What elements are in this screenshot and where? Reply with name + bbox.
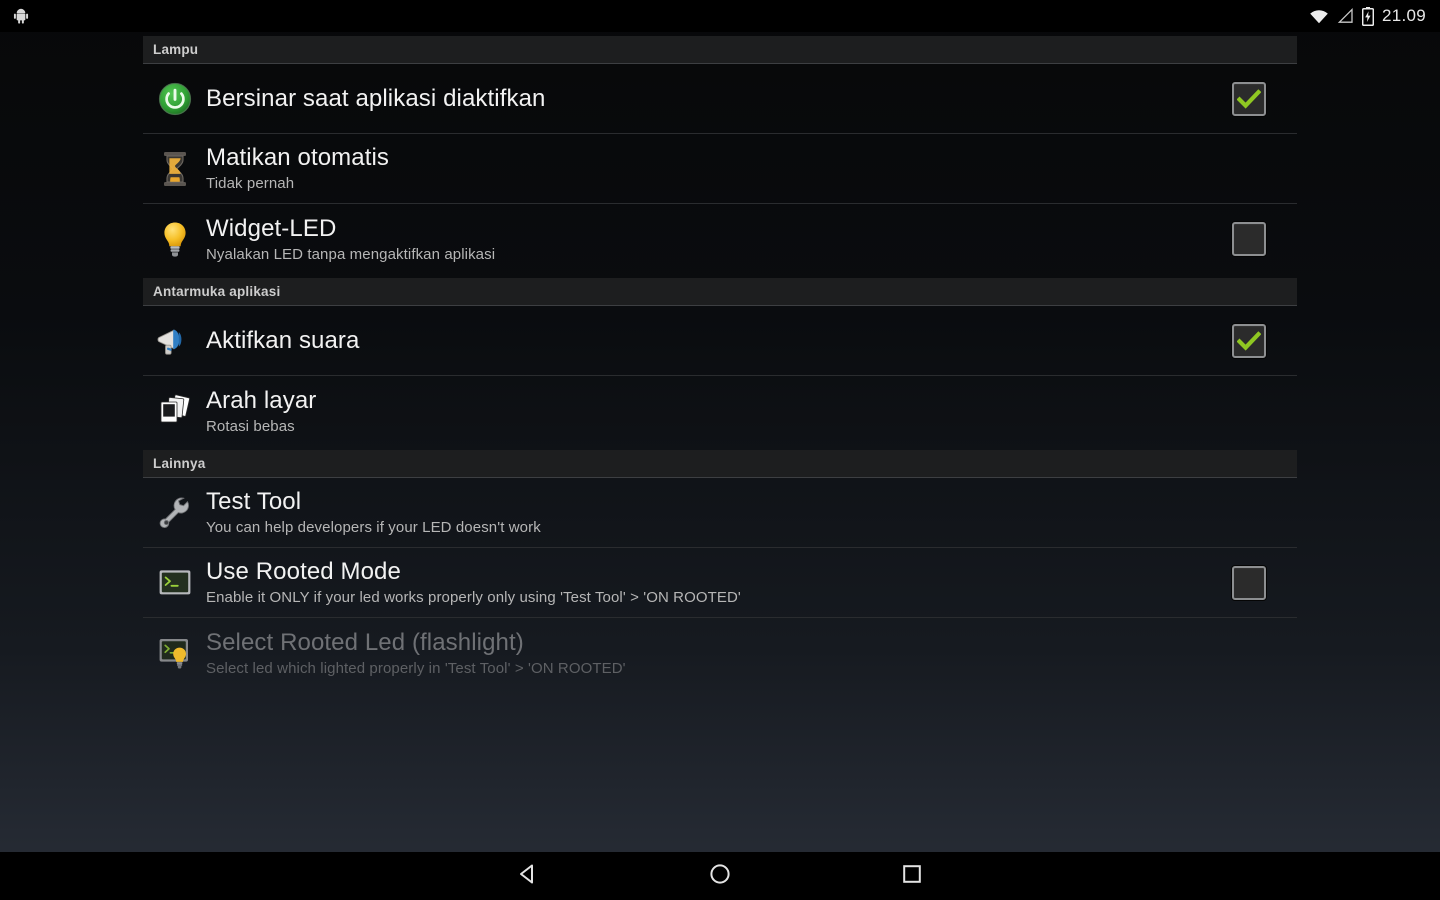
section-header-lainnya: Lainnya bbox=[143, 450, 1297, 478]
android-robot-icon bbox=[12, 7, 30, 25]
row-icon-cell bbox=[143, 568, 206, 598]
checkbox-widget-led[interactable] bbox=[1232, 222, 1266, 256]
row-text-cell: Bersinar saat aplikasi diaktifkan bbox=[206, 84, 1223, 114]
lightbulb-icon bbox=[160, 220, 190, 258]
navigation-bar bbox=[0, 852, 1440, 900]
battery-charging-icon bbox=[1361, 6, 1374, 26]
row-use-rooted-mode[interactable]: Use Rooted Mode Enable it ONLY if your l… bbox=[143, 548, 1297, 618]
photo-stack-icon bbox=[156, 393, 194, 429]
row-text-cell: Arah layar Rotasi bebas bbox=[206, 386, 1275, 437]
wrench-icon bbox=[158, 495, 192, 531]
row-widget-led[interactable]: Widget-LED Nyalakan LED tanpa mengaktifk… bbox=[143, 204, 1297, 274]
section-header-label: Lainnya bbox=[153, 456, 206, 471]
row-matikan-otomatis[interactable]: Matikan otomatis Tidak pernah bbox=[143, 134, 1297, 204]
row-title: Widget-LED bbox=[206, 214, 337, 242]
row-test-tool[interactable]: Test Tool You can help developers if you… bbox=[143, 478, 1297, 548]
status-bar-clock: 21.09 bbox=[1381, 6, 1426, 25]
row-widget-cell bbox=[1223, 81, 1275, 116]
status-bar-left bbox=[0, 7, 30, 25]
row-title: Bersinar saat aplikasi diaktifkan bbox=[206, 84, 546, 112]
row-icon-cell bbox=[143, 326, 206, 356]
section-header-lampu: Lampu bbox=[143, 36, 1297, 64]
row-icon-cell bbox=[143, 150, 206, 188]
power-button-icon bbox=[158, 82, 192, 116]
row-subtitle: You can help developers if your LED does… bbox=[206, 519, 541, 536]
row-icon-cell bbox=[143, 220, 206, 258]
row-subtitle: Rotasi bebas bbox=[206, 417, 295, 435]
row-subtitle: Select led which lighted properly in 'Te… bbox=[206, 659, 626, 677]
section-header-label: Lampu bbox=[153, 42, 199, 57]
status-bar-right: 21.09 bbox=[1309, 6, 1440, 26]
terminal-bulb-icon bbox=[158, 637, 192, 669]
row-text-cell: Use Rooted Mode Enable it ONLY if your l… bbox=[206, 557, 1223, 608]
row-icon-cell bbox=[143, 495, 206, 531]
recents-icon bbox=[899, 861, 925, 892]
checkbox-use-rooted-mode[interactable] bbox=[1232, 565, 1266, 600]
row-icon-cell bbox=[143, 393, 206, 429]
row-title: Arah layar bbox=[206, 386, 317, 414]
row-title: Select Rooted Led (flashlight) bbox=[206, 628, 524, 656]
row-text-cell: Select Rooted Led (flashlight) Select le… bbox=[206, 628, 1275, 679]
row-icon-cell bbox=[143, 637, 206, 669]
section-header-label: Antarmuka aplikasi bbox=[153, 284, 281, 299]
device-screen: 21.09 Lampu Bersinar saat aplikasi diakt… bbox=[0, 0, 1440, 900]
nav-recents-button[interactable] bbox=[864, 852, 960, 900]
row-text-cell: Test Tool You can help developers if you… bbox=[206, 487, 1275, 538]
wifi-icon bbox=[1309, 8, 1329, 24]
home-icon bbox=[707, 861, 733, 892]
row-widget-cell bbox=[1223, 222, 1275, 256]
back-icon bbox=[515, 861, 541, 892]
settings-list: Lampu Bersinar saat aplikasi diaktifkan … bbox=[143, 32, 1297, 862]
hourglass-icon bbox=[158, 150, 192, 188]
row-subtitle: Nyalakan LED tanpa mengaktifkan aplikasi bbox=[206, 245, 496, 263]
row-icon-cell bbox=[143, 82, 206, 116]
row-title: Aktifkan suara bbox=[206, 326, 360, 354]
row-text-cell: Aktifkan suara bbox=[206, 326, 1223, 356]
terminal-icon bbox=[158, 568, 192, 598]
row-subtitle: Tidak pernah bbox=[206, 175, 295, 192]
row-select-rooted-led[interactable]: Select Rooted Led (flashlight) Select le… bbox=[143, 618, 1297, 688]
row-arah-layar[interactable]: Arah layar Rotasi bebas bbox=[143, 376, 1297, 446]
status-bar: 21.09 bbox=[0, 0, 1440, 32]
row-title: Test Tool bbox=[206, 488, 302, 515]
row-title: Matikan otomatis bbox=[206, 144, 390, 171]
row-text-cell: Widget-LED Nyalakan LED tanpa mengaktifk… bbox=[206, 214, 1223, 265]
row-title: Use Rooted Mode bbox=[206, 558, 401, 585]
checkbox-bersinar-saat-aplikasi-diaktifkan[interactable] bbox=[1232, 81, 1266, 116]
section-header-antarmuka-aplikasi: Antarmuka aplikasi bbox=[143, 278, 1297, 306]
row-text-cell: Matikan otomatis Tidak pernah bbox=[206, 143, 1275, 194]
checkbox-aktifkan-suara[interactable] bbox=[1232, 323, 1266, 358]
row-bersinar-saat-aplikasi-diaktifkan[interactable]: Bersinar saat aplikasi diaktifkan bbox=[143, 64, 1297, 134]
nav-home-button[interactable] bbox=[672, 852, 768, 900]
megaphone-icon bbox=[156, 326, 194, 356]
row-aktifkan-suara[interactable]: Aktifkan suara bbox=[143, 306, 1297, 376]
signal-icon bbox=[1337, 8, 1354, 24]
row-widget-cell bbox=[1223, 323, 1275, 358]
row-widget-cell bbox=[1223, 565, 1275, 600]
nav-back-button[interactable] bbox=[480, 852, 576, 900]
row-subtitle: Enable it ONLY if your led works properl… bbox=[206, 589, 741, 606]
